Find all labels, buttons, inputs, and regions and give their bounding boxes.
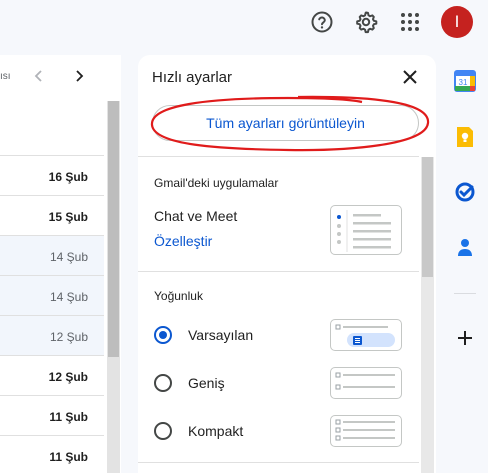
chat-meet-label: Chat ve Meet [154, 208, 238, 224]
radio-button[interactable] [154, 326, 172, 344]
mail-date: 11 Şub [49, 410, 88, 424]
calendar-day-text: 31 [459, 78, 468, 87]
divider [138, 271, 419, 272]
mail-date: 12 Şub [48, 370, 88, 384]
density-section-label: Yoğunluk [154, 289, 203, 303]
density-option-label: Geniş [188, 375, 225, 391]
divider [138, 156, 419, 157]
top-bar: I [0, 0, 488, 46]
density-option-comfortable[interactable]: Geniş [154, 371, 225, 395]
panel-title: Hızlı ayarlar [152, 69, 233, 86]
radio-button[interactable] [154, 374, 172, 392]
mail-date: 16 Şub [48, 170, 88, 184]
chevron-right-icon[interactable] [70, 67, 88, 85]
table-row[interactable]: 12 Şub [0, 315, 104, 355]
table-row[interactable]: 15 Şub [0, 195, 104, 235]
table-row[interactable]: 11 Şub [0, 435, 104, 473]
comfortable-density-thumbnail [330, 367, 402, 399]
radio-button[interactable] [154, 422, 172, 440]
mail-date: 15 Şub [48, 210, 88, 224]
default-density-thumbnail [330, 319, 402, 351]
add-icon[interactable] [454, 327, 476, 349]
mail-date: 11 Şub [49, 450, 88, 464]
rail-divider [454, 293, 476, 294]
pager-text: ısı [0, 71, 11, 82]
density-option-default[interactable]: Varsayılan [154, 323, 253, 347]
chat-meet-thumbnail [330, 205, 402, 255]
table-row[interactable]: 12 Şub [0, 355, 104, 395]
calendar-icon[interactable]: 31 [454, 70, 476, 92]
apps-grid-icon[interactable] [397, 9, 423, 35]
customize-link[interactable]: Özelleştir [154, 233, 212, 249]
close-icon[interactable] [400, 67, 420, 87]
mail-date: 12 Şub [49, 330, 88, 344]
all-settings-button[interactable]: Tüm ayarları görüntüleyin [152, 105, 419, 141]
mail-date: 14 Şub [49, 250, 88, 264]
contacts-icon[interactable] [454, 236, 476, 258]
quick-settings-panel: Hızlı ayarlar Tüm ayarları görüntüleyin … [138, 55, 436, 473]
mail-rows: 16 Şub 15 Şub 14 Şub 14 Şub 12 Şub 12 Şu… [0, 155, 104, 473]
table-row[interactable]: 11 Şub [0, 395, 104, 435]
panel-scrollbar-thumb[interactable] [422, 157, 433, 277]
divider [138, 462, 419, 463]
help-icon[interactable] [309, 9, 335, 35]
density-option-label: Kompakt [188, 423, 244, 439]
table-row[interactable]: 14 Şub [0, 235, 104, 275]
compact-density-thumbnail [330, 415, 402, 447]
mail-date: 14 Şub [49, 290, 88, 304]
table-row[interactable]: 14 Şub [0, 275, 104, 315]
table-row[interactable]: 16 Şub [0, 155, 104, 195]
tasks-icon[interactable] [454, 181, 476, 203]
avatar[interactable]: I [441, 6, 473, 38]
pager: ısı [0, 67, 121, 87]
density-option-compact[interactable]: Kompakt [154, 419, 243, 443]
gear-icon[interactable] [353, 9, 379, 35]
mail-list: ısı 16 Şub 15 Şub 14 Şub 14 Şub 12 Şub 1… [0, 55, 121, 473]
density-option-label: Varsayılan [188, 327, 254, 343]
apps-section-label: Gmail'deki uygulamalar [154, 176, 279, 190]
chevron-left-icon[interactable] [30, 67, 48, 85]
mail-list-scrollbar-thumb[interactable] [108, 101, 119, 357]
keep-icon[interactable] [454, 126, 476, 148]
